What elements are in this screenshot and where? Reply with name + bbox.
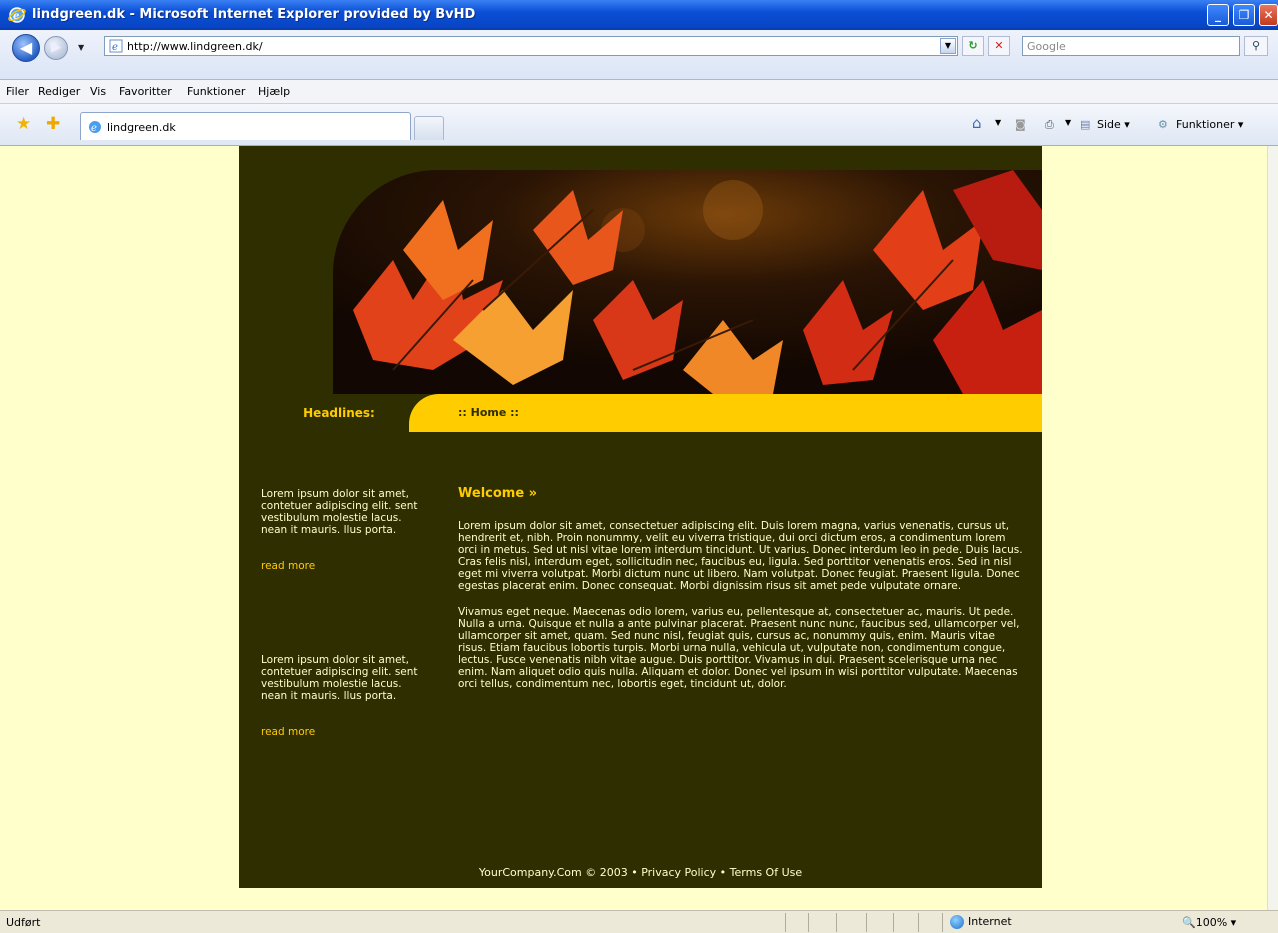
site-nav-bar: :: Home ::	[409, 394, 1042, 432]
sidebar-item: Lorem ipsum dolor sit amet, contetuer ad…	[261, 654, 421, 738]
site-footer: YourCompany.Com © 2003 • Privacy Policy …	[478, 866, 803, 879]
content-paragraph: Lorem ipsum dolor sit amet, consectetuer…	[458, 520, 1023, 592]
read-more-link[interactable]: read more	[261, 560, 421, 572]
print-icon[interactable]: ⎙	[1045, 118, 1054, 132]
close-window-button[interactable]: ✕	[1259, 4, 1278, 26]
site-container: Headlines: :: Home :: Lorem ipsum dolor …	[239, 146, 1042, 888]
search-button[interactable]: ⚲	[1244, 36, 1268, 56]
status-divider	[785, 913, 786, 932]
stop-button[interactable]: ✕	[988, 36, 1010, 56]
sidebar-text: Lorem ipsum dolor sit amet, contetuer ad…	[261, 654, 418, 702]
zoom-icon: 🔍	[1182, 916, 1196, 929]
status-divider	[918, 913, 919, 932]
status-bar: Udført Internet 🔍100% ▾	[0, 910, 1278, 933]
restore-button[interactable]: ❐	[1233, 4, 1255, 26]
zoom-value: 100%	[1195, 916, 1228, 929]
back-arrow-icon: ◀	[19, 38, 33, 57]
svg-text:e: e	[13, 11, 19, 22]
favorites-center-icon[interactable]: ★	[16, 114, 31, 134]
tab-bar: ★ ✚ e lindgreen.dk ⌂ ▼ ◙ ⎙ ▼ ▤ Side ▾ ⚙ …	[0, 104, 1278, 146]
svg-text:e: e	[112, 42, 118, 53]
read-more-link[interactable]: read more	[261, 726, 421, 738]
search-input[interactable]: Google	[1022, 36, 1240, 56]
tools-gear-icon: ⚙	[1158, 118, 1168, 131]
page-menu-button[interactable]: Side ▾	[1097, 118, 1130, 131]
menu-bar: Filer Rediger Vis Favoritter Funktioner …	[0, 80, 1278, 104]
menu-item-help[interactable]: Hjælp	[258, 85, 290, 98]
address-bar[interactable]: e http://www.lindgreen.dk/ ▼	[104, 36, 958, 56]
zone-label: Internet	[968, 915, 1012, 928]
search-icon: ⚲	[1251, 39, 1261, 52]
new-tab-button[interactable]	[414, 116, 444, 140]
status-divider	[893, 913, 894, 932]
header-banner-image	[333, 170, 1042, 394]
minimize-icon: _	[1215, 8, 1221, 22]
tools-menu-button[interactable]: Funktioner ▾	[1176, 118, 1243, 131]
home-icon[interactable]: ⌂	[972, 114, 982, 132]
status-divider	[942, 913, 943, 932]
forward-arrow-icon: ▶	[51, 40, 61, 55]
window-title-bar[interactable]: e lindgreen.dk - Microsoft Internet Expl…	[0, 0, 1278, 30]
autumn-leaves-image	[333, 170, 1042, 394]
window-title: lindgreen.dk - Microsoft Internet Explor…	[32, 7, 476, 22]
internet-explorer-icon: e	[8, 7, 26, 23]
restore-icon: ❐	[1238, 8, 1250, 22]
history-dropdown-icon[interactable]: ▼	[78, 43, 84, 52]
menu-item-view[interactable]: Vis	[90, 85, 106, 98]
add-favorite-icon[interactable]: ✚	[46, 114, 60, 134]
forward-button[interactable]: ▶	[44, 36, 68, 60]
nav-home-link[interactable]: :: Home ::	[458, 406, 519, 419]
page-ie-icon: e	[109, 39, 123, 53]
tab-lindgreen[interactable]: e lindgreen.dk	[80, 112, 411, 140]
address-toolbar: ◀ ▶ ▼ e http://www.lindgreen.dk/ ▼ ↻ ✕ G…	[0, 30, 1278, 80]
page-viewport: Headlines: :: Home :: Lorem ipsum dolor …	[0, 146, 1267, 910]
menu-item-edit[interactable]: Rediger	[38, 85, 80, 98]
back-button[interactable]: ◀	[12, 34, 40, 62]
vertical-scrollbar[interactable]	[1267, 146, 1278, 910]
print-dropdown-icon[interactable]: ▼	[1065, 118, 1071, 127]
tab-ie-icon: e	[89, 121, 101, 134]
url-text[interactable]: http://www.lindgreen.dk/	[127, 40, 263, 53]
refresh-icon: ↻	[968, 39, 978, 52]
page-icon: ▤	[1080, 118, 1091, 131]
status-text: Udført	[6, 916, 41, 929]
status-divider	[866, 913, 867, 932]
address-dropdown-icon[interactable]: ▼	[940, 38, 956, 54]
menu-item-favorites[interactable]: Favoritter	[119, 85, 172, 98]
home-dropdown-icon[interactable]: ▼	[995, 118, 1001, 127]
stop-icon: ✕	[994, 39, 1004, 52]
globe-icon	[950, 915, 964, 929]
welcome-heading: Welcome »	[458, 486, 538, 501]
menu-item-tools[interactable]: Funktioner	[187, 85, 245, 98]
sidebar-text: Lorem ipsum dolor sit amet, contetuer ad…	[261, 488, 418, 536]
content-paragraph: Vivamus eget neque. Maecenas odio lorem,…	[458, 606, 1020, 690]
feeds-icon[interactable]: ◙	[1015, 118, 1026, 131]
status-divider	[808, 913, 809, 932]
refresh-button[interactable]: ↻	[962, 36, 984, 56]
zoom-level[interactable]: 🔍100% ▾	[1182, 916, 1236, 929]
menu-item-file[interactable]: Filer	[6, 85, 29, 98]
tab-label: lindgreen.dk	[107, 121, 176, 134]
security-zone[interactable]: Internet	[950, 915, 1012, 929]
status-divider	[836, 913, 837, 932]
close-icon: ✕	[1263, 8, 1274, 22]
minimize-button[interactable]: _	[1207, 4, 1229, 26]
main-content: Welcome » Lorem ipsum dolor sit amet, co…	[458, 486, 1024, 704]
sidebar-item: Lorem ipsum dolor sit amet, contetuer ad…	[261, 488, 421, 572]
svg-text:e: e	[91, 123, 97, 134]
